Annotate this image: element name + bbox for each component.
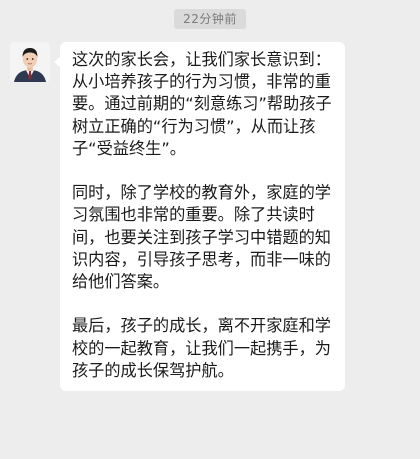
user-photo-avatar-icon [10, 42, 50, 82]
message-paragraph: 最后，孩子的成长，离不开家庭和学校的一起教育，让我们一起携手，为孩子的成长保驾护… [72, 316, 331, 380]
chat-window: 22分钟前 这次的家长会，让我们家长意识到：从小培养孩子的行为习惯，非常的重要。… [0, 0, 420, 459]
message-timestamp: 22分钟前 [174, 9, 246, 29]
message-bubble[interactable]: 这次的家长会，让我们家长意识到：从小培养孩子的行为习惯，非常的重要。通过前期的“… [54, 42, 345, 392]
sender-avatar[interactable] [10, 42, 50, 82]
message-paragraph: 这次的家长会，让我们家长意识到：从小培养孩子的行为习惯，非常的重要。通过前期的“… [72, 50, 332, 158]
message-paragraph: 同时，除了学校的教育外，家庭的学习氛围也非常的重要。除了共读时间，也要关注到孩子… [72, 183, 331, 292]
